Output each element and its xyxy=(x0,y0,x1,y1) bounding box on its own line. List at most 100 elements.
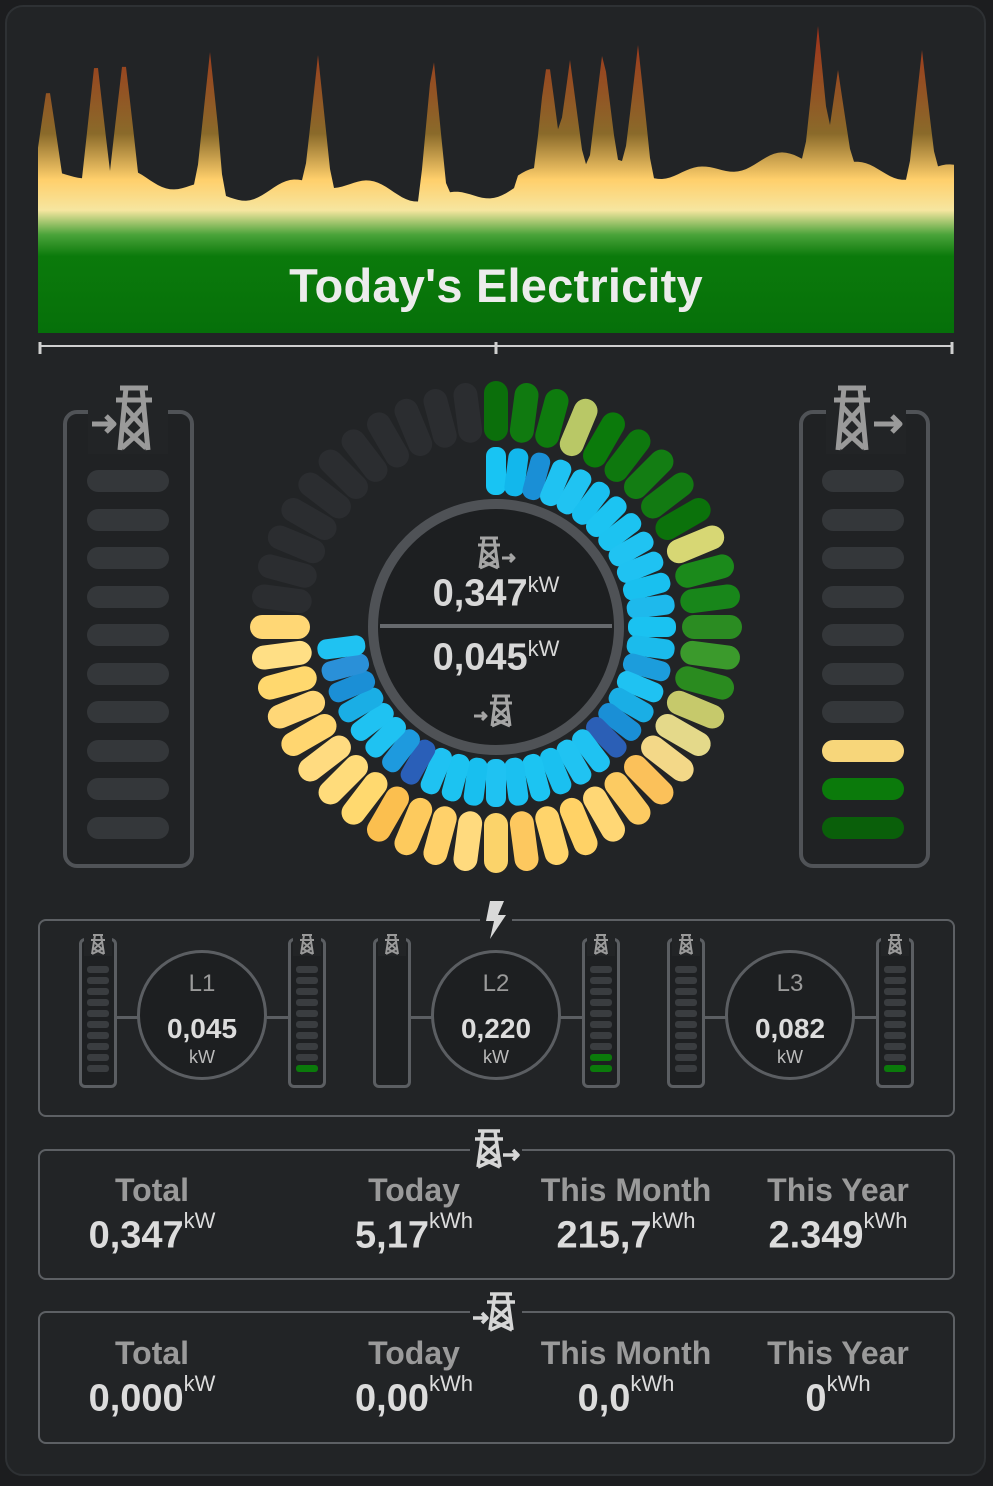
phase-segment xyxy=(590,1010,612,1017)
phase-export-icon xyxy=(881,932,909,956)
level-segment xyxy=(87,585,169,608)
stat-unit: kWh xyxy=(826,1371,871,1396)
phase-import-bar xyxy=(373,938,411,1088)
phase-segment xyxy=(296,1010,318,1017)
phase-segment xyxy=(296,1021,318,1028)
phase-segment xyxy=(884,1032,906,1039)
phase-segment xyxy=(87,1010,109,1017)
phase-unit: kW xyxy=(777,1047,803,1067)
phase-segment xyxy=(296,977,318,984)
level-segment xyxy=(87,778,169,800)
phase-segment xyxy=(296,999,318,1006)
gauge-divider xyxy=(380,624,612,628)
level-segment xyxy=(87,662,169,685)
stat-value: 215,7kWh xyxy=(556,1208,696,1257)
phase-export-icon xyxy=(293,932,321,956)
phase-segment xyxy=(884,1065,906,1072)
phase-label: L2 xyxy=(482,970,510,997)
stat-value: 2.349kWh xyxy=(768,1208,908,1257)
stat-unit: kWh xyxy=(428,1371,473,1396)
level-segment xyxy=(822,624,904,646)
phase-segment xyxy=(675,977,697,984)
stat-label: Today xyxy=(368,1335,460,1371)
phase-segment xyxy=(87,1032,109,1039)
page-title: Today's Electricity xyxy=(289,259,703,312)
phase-segment xyxy=(296,1043,318,1050)
phase-export-icon xyxy=(587,932,615,956)
phase-import-icon xyxy=(84,932,112,956)
stat-unit: kWh xyxy=(651,1208,696,1233)
phase-segment xyxy=(87,1021,109,1028)
phase-segment xyxy=(87,977,109,984)
phase-unit: kW xyxy=(189,1047,215,1067)
phase-segment xyxy=(675,1054,697,1061)
phase-segment xyxy=(675,1032,697,1039)
level-segment xyxy=(822,701,904,723)
export-tower-small-icon xyxy=(474,694,512,728)
phase-segment xyxy=(884,1043,906,1050)
phase-segment xyxy=(590,1065,612,1072)
phase-segment xyxy=(884,988,906,995)
level-segment xyxy=(822,470,904,492)
level-segment xyxy=(87,470,169,492)
level-segment xyxy=(87,739,169,762)
phase-segment xyxy=(675,966,697,973)
phase-value: 0,220 xyxy=(460,1013,532,1044)
phase-segment xyxy=(296,1032,318,1039)
stat-unit: kWh xyxy=(630,1371,675,1396)
import-tower-small-icon xyxy=(478,536,516,570)
gauge-outer-petal xyxy=(680,640,740,670)
gauge-outer-petal xyxy=(453,811,483,871)
stat-value: 0kWh xyxy=(805,1371,871,1420)
gauge-outer-petal xyxy=(252,640,312,670)
gauge-inner-petal xyxy=(486,759,506,807)
stat-unit: kW xyxy=(183,1208,216,1233)
phase-segment xyxy=(675,1043,697,1050)
phase-segment xyxy=(675,1021,697,1028)
phase-segment xyxy=(590,1043,612,1050)
stat-value: 0,0kWh xyxy=(577,1371,675,1420)
phase-segment xyxy=(884,1021,906,1028)
phase-segment xyxy=(675,1065,697,1072)
export-power-value: 0,045kW xyxy=(432,636,560,679)
phase-segment xyxy=(884,966,906,973)
level-segment xyxy=(87,547,169,569)
level-segment xyxy=(822,585,904,608)
phase-segment xyxy=(590,977,612,984)
phase-segment xyxy=(87,1043,109,1050)
stat-label: This Year xyxy=(767,1172,909,1208)
gauge-outer-petal xyxy=(484,813,508,873)
stat-unit: kW xyxy=(183,1371,216,1396)
phase-segment xyxy=(87,999,109,1006)
gauge-outer-petal xyxy=(509,383,539,443)
phase-segment xyxy=(675,988,697,995)
gauge-inner-petal xyxy=(628,617,676,637)
gauge-outer-petal xyxy=(453,383,483,443)
phase-import-icon xyxy=(378,932,406,956)
gauge-outer-petal xyxy=(680,584,740,614)
stat-label: This Month xyxy=(540,1172,712,1208)
phase-segment xyxy=(884,1054,906,1061)
phase-segment xyxy=(87,1065,109,1072)
phase-segment xyxy=(590,1054,612,1061)
phase-segment xyxy=(296,966,318,973)
phase-segment xyxy=(87,988,109,995)
gauge-outer-petal xyxy=(509,811,539,871)
phase-segment xyxy=(296,1054,318,1061)
level-segment xyxy=(822,508,904,531)
phase-label: L1 xyxy=(188,970,216,997)
level-segment xyxy=(822,778,904,800)
phase-unit: kW xyxy=(483,1047,509,1067)
level-segment xyxy=(822,662,904,685)
phase-segment xyxy=(87,966,109,973)
import-stats-icon xyxy=(470,1125,522,1173)
export-stats-icon xyxy=(470,1288,522,1336)
phase-segment xyxy=(884,999,906,1006)
phase-segment xyxy=(675,1010,697,1017)
level-segment xyxy=(822,816,904,839)
phase-value: 0,045 xyxy=(166,1013,238,1044)
phase-segment xyxy=(296,988,318,995)
time-range-bar xyxy=(38,342,954,354)
gauge-inner-petal xyxy=(486,447,506,495)
phase-value: 0,082 xyxy=(754,1013,826,1044)
